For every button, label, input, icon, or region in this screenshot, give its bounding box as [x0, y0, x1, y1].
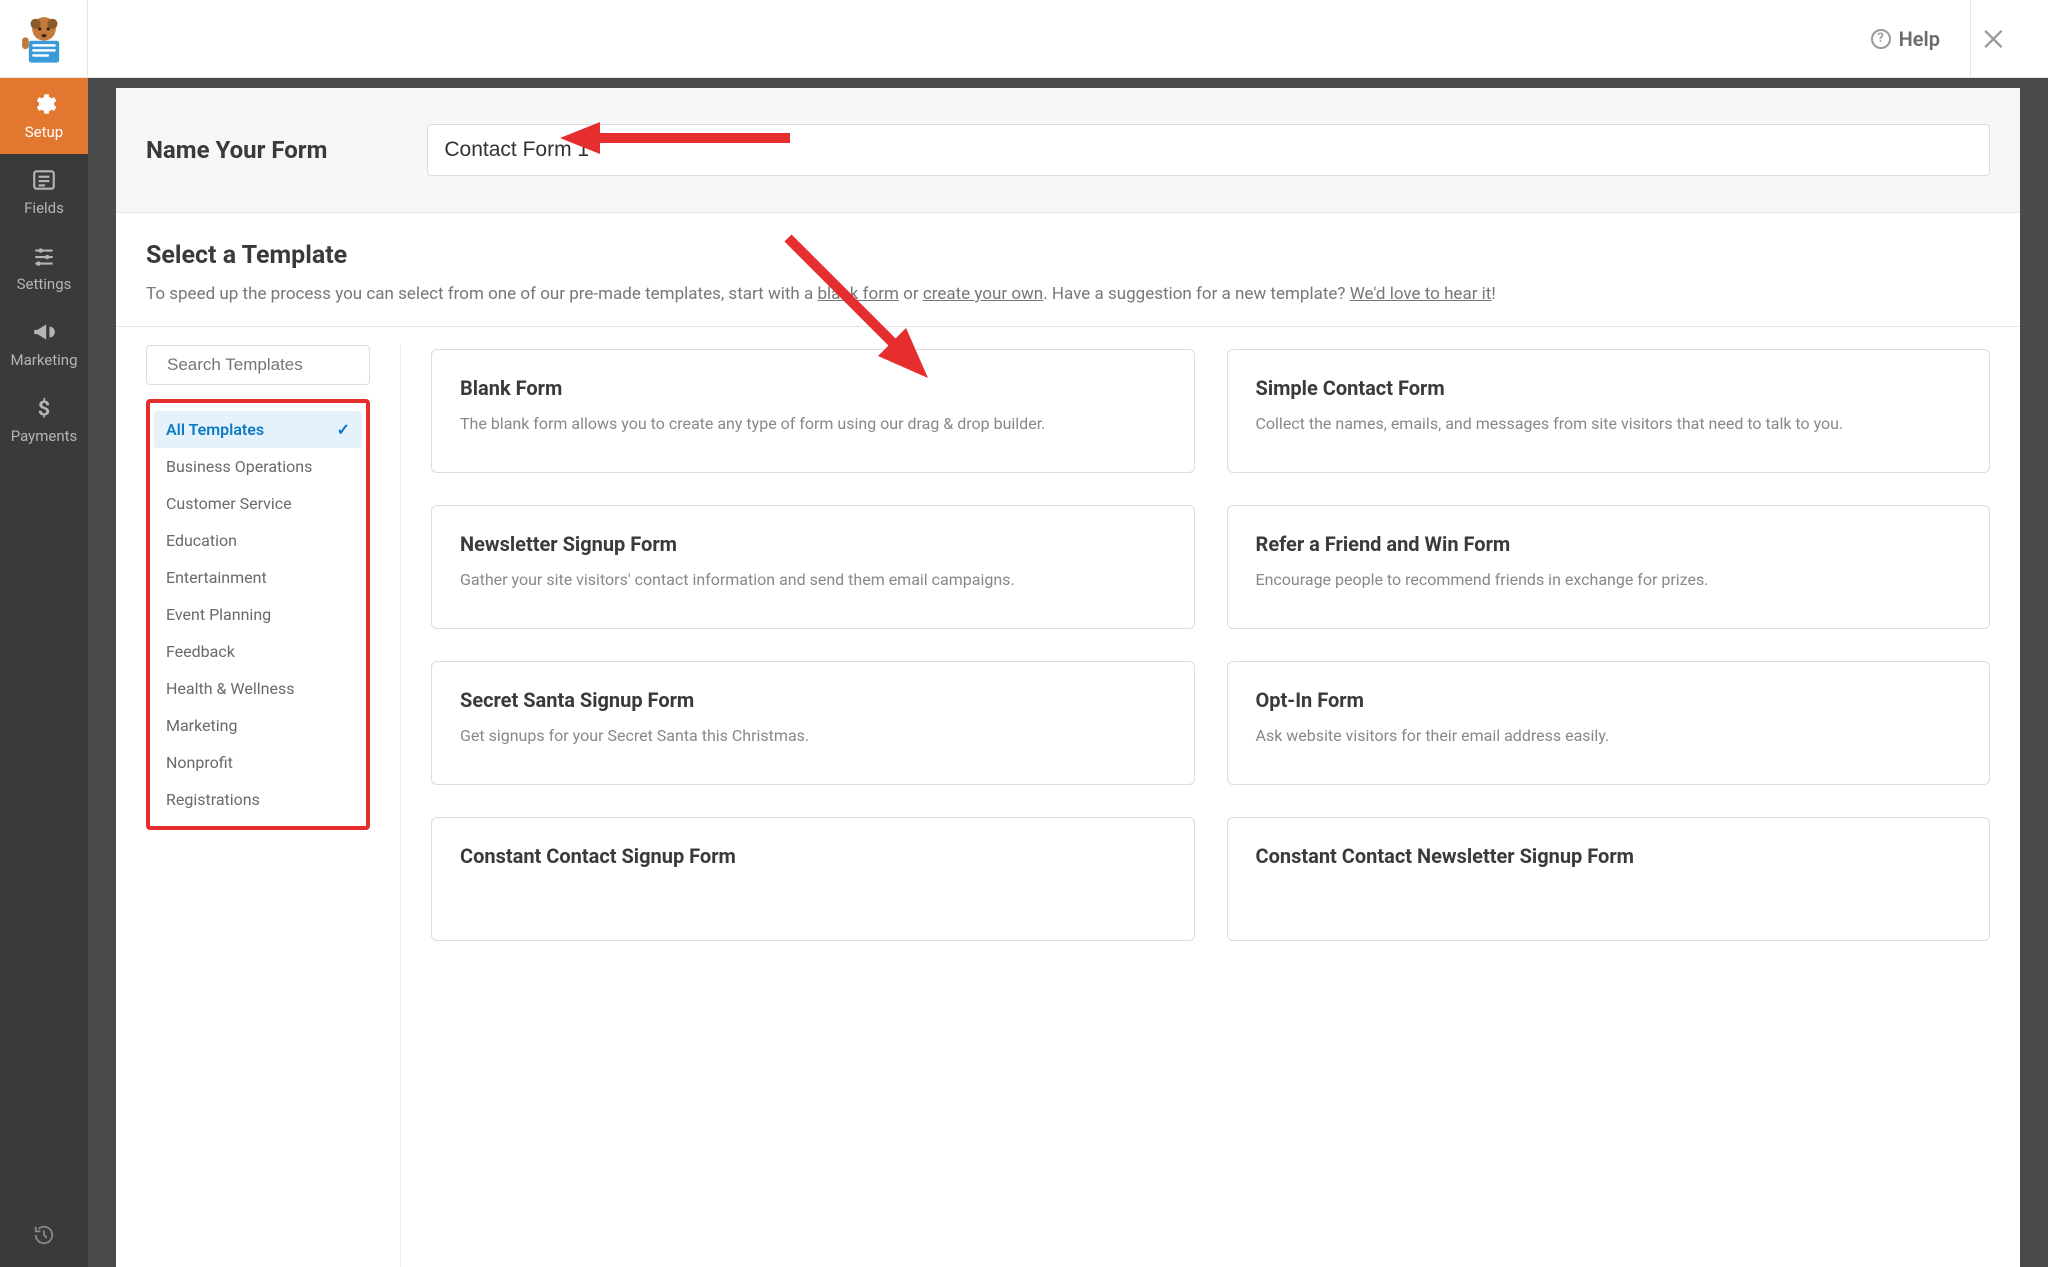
category-item[interactable]: Marketing — [154, 707, 362, 744]
search-input[interactable] — [167, 355, 388, 375]
card-desc: Gather your site visitors' contact infor… — [460, 568, 1166, 591]
sidebar-item-payments[interactable]: $ Payments — [0, 382, 88, 458]
search-box[interactable] — [146, 345, 370, 385]
card-title: Simple Contact Form — [1256, 376, 1962, 400]
dollar-icon: $ — [31, 395, 57, 421]
category-item[interactable]: Registrations — [154, 781, 362, 818]
wpforms-logo-icon — [17, 12, 71, 66]
form-name-input[interactable] — [427, 124, 1990, 176]
template-title: Select a Template — [146, 241, 1990, 270]
template-card-secret-santa[interactable]: Secret Santa Signup Form Get signups for… — [431, 661, 1195, 785]
template-header: Select a Template To speed up the proces… — [116, 213, 2020, 327]
sidebar-item-label: Marketing — [10, 351, 77, 369]
template-grid: Blank Form The blank form allows you to … — [400, 345, 1990, 1267]
bullhorn-icon — [31, 319, 57, 345]
logo[interactable] — [0, 0, 88, 77]
gear-icon — [31, 91, 57, 117]
card-desc: The blank form allows you to create any … — [460, 412, 1166, 435]
sidebar-item-marketing[interactable]: Marketing — [0, 306, 88, 382]
name-row: Name Your Form — [116, 88, 2020, 213]
category-list: All Templates✓ Business Operations Custo… — [146, 399, 370, 830]
category-item[interactable]: Event Planning — [154, 596, 362, 633]
template-card-optin[interactable]: Opt-In Form Ask website visitors for the… — [1227, 661, 1991, 785]
category-sidebar: All Templates✓ Business Operations Custo… — [146, 345, 370, 1267]
template-card-blank[interactable]: Blank Form The blank form allows you to … — [431, 349, 1195, 473]
sidebar-item-label: Fields — [24, 199, 64, 217]
main: Name Your Form Select a Template To spee… — [88, 78, 2048, 1267]
category-item[interactable]: Customer Service — [154, 485, 362, 522]
sidebar-item-settings[interactable]: Settings — [0, 230, 88, 306]
help-link[interactable]: ? Help — [1871, 27, 1940, 51]
card-desc: Ask website visitors for their email add… — [1256, 724, 1962, 747]
sidebar-item-fields[interactable]: Fields — [0, 154, 88, 230]
category-item[interactable]: Business Operations — [154, 448, 362, 485]
svg-text:$: $ — [38, 397, 50, 421]
category-item-all[interactable]: All Templates✓ — [154, 411, 362, 448]
help-icon: ? — [1871, 29, 1891, 49]
card-title: Secret Santa Signup Form — [460, 688, 1166, 712]
card-title: Constant Contact Signup Form — [460, 844, 1166, 868]
check-icon: ✓ — [337, 420, 350, 439]
history-icon — [33, 1224, 55, 1246]
close-icon — [1981, 25, 2009, 53]
category-item[interactable]: Education — [154, 522, 362, 559]
category-item[interactable]: Health & Wellness — [154, 670, 362, 707]
card-desc: Encourage people to recommend friends in… — [1256, 568, 1962, 591]
card-title: Refer a Friend and Win Form — [1256, 532, 1962, 556]
card-desc: Collect the names, emails, and messages … — [1256, 412, 1962, 435]
sidebar-item-label: Setup — [25, 123, 63, 141]
blank-form-link[interactable]: blank form — [817, 284, 898, 304]
category-item[interactable]: Feedback — [154, 633, 362, 670]
sidebar-item-label: Settings — [17, 275, 72, 293]
sliders-icon — [31, 243, 57, 269]
template-description: To speed up the process you can select f… — [146, 282, 1990, 308]
sidebar-item-setup[interactable]: Setup — [0, 78, 88, 154]
form-icon — [31, 167, 57, 193]
create-own-link[interactable]: create your own — [923, 284, 1043, 304]
sidebar: Setup Fields Settings Marketing $ Paymen… — [0, 78, 88, 1267]
template-card-cc-signup[interactable]: Constant Contact Signup Form — [431, 817, 1195, 941]
sidebar-history[interactable] — [0, 1203, 88, 1267]
suggestion-link[interactable]: We'd love to hear it — [1350, 284, 1492, 304]
sidebar-item-label: Payments — [11, 427, 78, 445]
help-label: Help — [1899, 27, 1940, 51]
category-item[interactable]: Nonprofit — [154, 744, 362, 781]
card-title: Blank Form — [460, 376, 1166, 400]
template-card-simple-contact[interactable]: Simple Contact Form Collect the names, e… — [1227, 349, 1991, 473]
close-button[interactable] — [1970, 0, 2018, 78]
card-title: Constant Contact Newsletter Signup Form — [1256, 844, 1962, 868]
card-title: Opt-In Form — [1256, 688, 1962, 712]
card-title: Newsletter Signup Form — [460, 532, 1166, 556]
category-item[interactable]: Entertainment — [154, 559, 362, 596]
template-card-cc-newsletter[interactable]: Constant Contact Newsletter Signup Form — [1227, 817, 1991, 941]
name-label: Name Your Form — [146, 136, 327, 164]
template-card-refer-friend[interactable]: Refer a Friend and Win Form Encourage pe… — [1227, 505, 1991, 629]
topbar: ? Help — [0, 0, 2048, 78]
card-desc: Get signups for your Secret Santa this C… — [460, 724, 1166, 747]
template-card-newsletter[interactable]: Newsletter Signup Form Gather your site … — [431, 505, 1195, 629]
